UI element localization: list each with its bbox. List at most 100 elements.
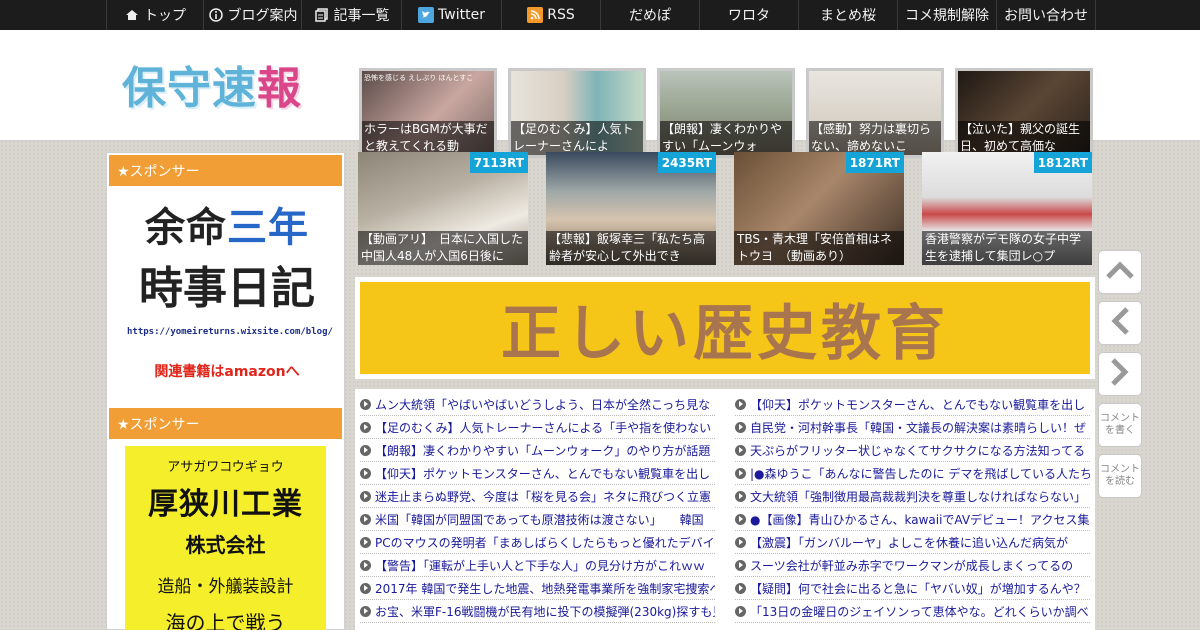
nav-item-twitter[interactable]: Twitter bbox=[401, 0, 501, 30]
write-comment-button[interactable]: コメントを書く bbox=[1098, 403, 1142, 447]
history-education-banner[interactable]: 正しい歴史教育 bbox=[360, 282, 1090, 374]
bullet-arrow-icon bbox=[360, 421, 371, 433]
list-item[interactable]: 【警告】「運転が上手い人と下手な人」の見分け方がこれｗｗ bbox=[360, 554, 715, 577]
floating-action-bar: コメントを書く コメントを読む bbox=[1096, 250, 1146, 505]
list-item[interactable]: 【激震】「ガンバルーヤ」よしこを休養に追い込んだ病気が bbox=[735, 531, 1090, 554]
list-item[interactable]: 文大統領「強制徴用最高裁裁判決を尊重しなければならない」 bbox=[735, 485, 1090, 508]
list-item[interactable]: 迷走止まらぬ野党、今度は「桜を見る会」ネタに飛びつく立憲 bbox=[360, 485, 715, 508]
article-caption: TBS・青木理「安倍首相はネトウヨ （動画あり） bbox=[734, 231, 904, 265]
scroll-top-button[interactable] bbox=[1098, 250, 1142, 294]
article-caption: 【悲報】飯塚幸三「私たち高齢者が安心して外出でき bbox=[546, 231, 716, 265]
list-item[interactable]: 米国「韓国が同盟国であっても原潜技術は渡さない」 韓国 bbox=[360, 508, 715, 531]
read-comments-button[interactable]: コメントを読む bbox=[1098, 454, 1142, 498]
nav-item-warota[interactable]: ワロタ bbox=[699, 0, 798, 30]
top-navigation-bar: トップ ブログ案内 記事一覧 Twitter RSS だめぽ ワロタ まとめ桜 … bbox=[0, 0, 1200, 30]
link-text: 【警告】「運転が上手い人と下手な人」の見分け方がこれｗｗ bbox=[375, 558, 706, 573]
list-item[interactable]: ムン大統領「やばいやばいどうしよう、日本が全然こっち見な bbox=[360, 393, 715, 416]
list-item[interactable]: お宝、米軍F-16戦闘機が民有地に投下の模擬弾(230kg)探すも見 bbox=[360, 600, 715, 623]
list-item[interactable]: 【仰天】ポケットモンスターさん、とんでもない観覧車を出し bbox=[735, 393, 1090, 416]
list-item[interactable]: PCのマウスの発明者「まあしばらくしたらもっと優れたデバイ bbox=[360, 531, 715, 554]
link-text: 【朗報】凄くわかりやすい「ムーンウォーク」のやり方が話題 bbox=[375, 443, 711, 458]
site-header: 保守速報 恐怖を感じる えしぶり ほんとすこ ホラーはBGMが大事だと教えてくれ… bbox=[0, 30, 1200, 158]
nav-item-contact[interactable]: お問い合わせ bbox=[996, 0, 1096, 30]
nav-item-top[interactable]: トップ bbox=[106, 0, 203, 30]
logo-part: 保守 bbox=[122, 63, 212, 114]
popular-article-card[interactable]: 1812RT 香港警察がデモ隊の女子中学生を逮捕して集団レ○プ bbox=[922, 152, 1092, 265]
bullet-arrow-icon bbox=[360, 513, 371, 525]
list-item[interactable]: 自民党・河村幹事長「韓国・文議長の解決案は素晴らしい！ぜ bbox=[735, 416, 1090, 439]
list-item[interactable]: 天ぷらがフリッター状じゃなくてサクサクになる方法知ってる bbox=[735, 439, 1090, 462]
bullet-arrow-icon bbox=[360, 536, 371, 548]
nav-label: Twitter bbox=[438, 7, 485, 23]
list-item[interactable]: 【疑問】何で社会に出ると急に「ヤバい奴」が増加するんや？ bbox=[735, 577, 1090, 600]
list-item[interactable]: 【仰天】ポケットモンスターさん、とんでもない観覧車を出し bbox=[360, 462, 715, 485]
nav-label: だめぽ bbox=[629, 8, 671, 24]
nav-label: ブログ案内 bbox=[227, 8, 298, 24]
info-icon bbox=[208, 7, 224, 23]
thumbnail-caption: 【泣いた】親父の誕生日、初めて高価な bbox=[958, 121, 1090, 155]
link-text: 文大統領「強制徴用最高裁裁判決を尊重しなければならない」 bbox=[750, 489, 1087, 504]
header-thumbnail[interactable]: 【感動】努力は裏切らない、諦めないこ bbox=[806, 68, 944, 158]
link-text: スーツ会社が軒並み赤字でワークマンが成長しまくってるの bbox=[750, 558, 1074, 573]
nav-label: まとめ桜 bbox=[820, 8, 876, 24]
nav-label: コメ規制解除 bbox=[905, 8, 989, 24]
bullet-arrow-icon bbox=[735, 421, 746, 433]
sponsor-ad-asagawa[interactable]: アサガワコウギョウ 厚狭川工業 株式会社 造船・外艤装設計 海の上で戦う bbox=[125, 446, 326, 630]
previous-article-button[interactable] bbox=[1098, 301, 1142, 345]
thumbnail-caption: 【足のむくみ】人気トレーナーさんによ bbox=[511, 121, 643, 155]
ad-text: 三年 bbox=[227, 205, 309, 251]
nav-item-matome-sakura[interactable]: まとめ桜 bbox=[798, 0, 897, 30]
list-item[interactable]: スーツ会社が軒並み赤字でワークマンが成長しまくってるの bbox=[735, 554, 1090, 577]
nav-item-rss[interactable]: RSS bbox=[501, 0, 600, 30]
sidebar: ★スポンサー 余命三年 時事日記 https://yomeireturns.wi… bbox=[106, 152, 345, 630]
popular-article-card[interactable]: 1871RT TBS・青木理「安倍首相はネトウヨ （動画あり） bbox=[734, 152, 904, 265]
nav-item-damepo[interactable]: だめぽ bbox=[600, 0, 699, 30]
bullet-arrow-icon bbox=[735, 490, 746, 502]
ad-headline: 余命三年 bbox=[127, 201, 327, 255]
header-thumbnail[interactable]: 【泣いた】親父の誕生日、初めて高価な bbox=[955, 68, 1093, 158]
ad-business: 造船・外艤装設計 bbox=[157, 577, 294, 597]
link-text: 米国「韓国が同盟国であっても原潜技術は渡さない」 韓国 bbox=[375, 512, 704, 527]
sponsor-heading: ★スポンサー bbox=[109, 155, 342, 186]
header-thumbnail[interactable]: 【朗報】凄くわかりやすい「ムーンウォ bbox=[657, 68, 795, 158]
list-item[interactable]: ●【画像】青山ひかるさん、kawaiiでAVデビュー！アクセス集中 bbox=[735, 508, 1090, 531]
thumbnail-caption: 【朗報】凄くわかりやすい「ムーンウォ bbox=[660, 121, 792, 155]
logo-part: 速 bbox=[212, 63, 257, 114]
bullet-arrow-icon bbox=[360, 559, 371, 571]
sponsor-ad-yomei[interactable]: 余命三年 時事日記 https://yomeireturns.wixsite.c… bbox=[127, 201, 333, 381]
ad-amazon-link[interactable]: 関連書籍はamazonへ bbox=[127, 361, 327, 381]
next-article-button[interactable] bbox=[1098, 352, 1142, 396]
bullet-arrow-icon bbox=[735, 513, 746, 525]
bullet-arrow-icon bbox=[360, 490, 371, 502]
link-text: お宝、米軍F-16戦闘機が民有地に投下の模擬弾(230kg)探すも見 bbox=[375, 604, 715, 619]
link-text: ●【画像】青山ひかるさん、kawaiiでAVデビュー！アクセス集中 bbox=[750, 512, 1090, 527]
nav-item-article-list[interactable]: 記事一覧 bbox=[301, 0, 401, 30]
bullet-arrow-icon bbox=[360, 444, 371, 456]
header-thumbnail[interactable]: 恐怖を感じる えしぶり ほんとすこ ホラーはBGMが大事だと教えてくれる動 bbox=[359, 68, 497, 158]
list-item[interactable]: 【足のむくみ】人気トレーナーさんによる「手や指を使わない bbox=[360, 416, 715, 439]
chevron-left-icon bbox=[1110, 306, 1130, 340]
ad-kana: アサガワコウギョウ bbox=[167, 460, 284, 475]
bullet-arrow-icon bbox=[735, 398, 746, 410]
nav-item-comment-unblock[interactable]: コメ規制解除 bbox=[897, 0, 996, 30]
nav-label: トップ bbox=[144, 8, 186, 24]
ad-tagline: 海の上で戦う bbox=[165, 611, 286, 630]
link-text: 【激震】「ガンバルーヤ」よしこを休養に追い込んだ病気が bbox=[750, 535, 1069, 550]
list-item[interactable]: |●森ゆうこ「あんなに警告したのに デマを飛ばしている人たち bbox=[735, 462, 1090, 485]
popular-articles-row: 7113RT 【動画アリ】 日本に入国した中国人48人が入国6日後に 2435R… bbox=[358, 152, 1092, 265]
header-thumbnail[interactable]: 【足のむくみ】人気トレーナーさんによ bbox=[508, 68, 646, 158]
list-item[interactable]: 2017年 韓国で発生した地震、地熱発電事業所を強制家宅捜索へ bbox=[360, 577, 715, 600]
list-item[interactable]: 【朗報】凄くわかりやすい「ムーンウォーク」のやり方が話題 bbox=[360, 439, 715, 462]
article-caption: 【動画アリ】 日本に入国した中国人48人が入国6日後に bbox=[358, 231, 528, 265]
retweet-count-badge: 7113RT bbox=[469, 152, 528, 173]
bullet-arrow-icon bbox=[735, 467, 746, 479]
list-item[interactable]: 「13日の金曜日のジェイソンって恵体やな。どれくらいか調べ bbox=[735, 600, 1090, 623]
popular-article-card[interactable]: 2435RT 【悲報】飯塚幸三「私たち高齢者が安心して外出でき bbox=[546, 152, 716, 265]
nav-label: お問い合わせ bbox=[1004, 8, 1088, 24]
nav-item-blog-guide[interactable]: ブログ案内 bbox=[203, 0, 301, 30]
site-logo[interactable]: 保守速報 bbox=[122, 56, 322, 114]
link-text: 「13日の金曜日のジェイソンって恵体やな。どれくらいか調べ bbox=[750, 604, 1089, 619]
popular-article-card[interactable]: 7113RT 【動画アリ】 日本に入国した中国人48人が入国6日後に bbox=[358, 152, 528, 265]
ad-corp-type: 株式会社 bbox=[185, 533, 266, 557]
retweet-count-badge: 2435RT bbox=[657, 152, 716, 173]
